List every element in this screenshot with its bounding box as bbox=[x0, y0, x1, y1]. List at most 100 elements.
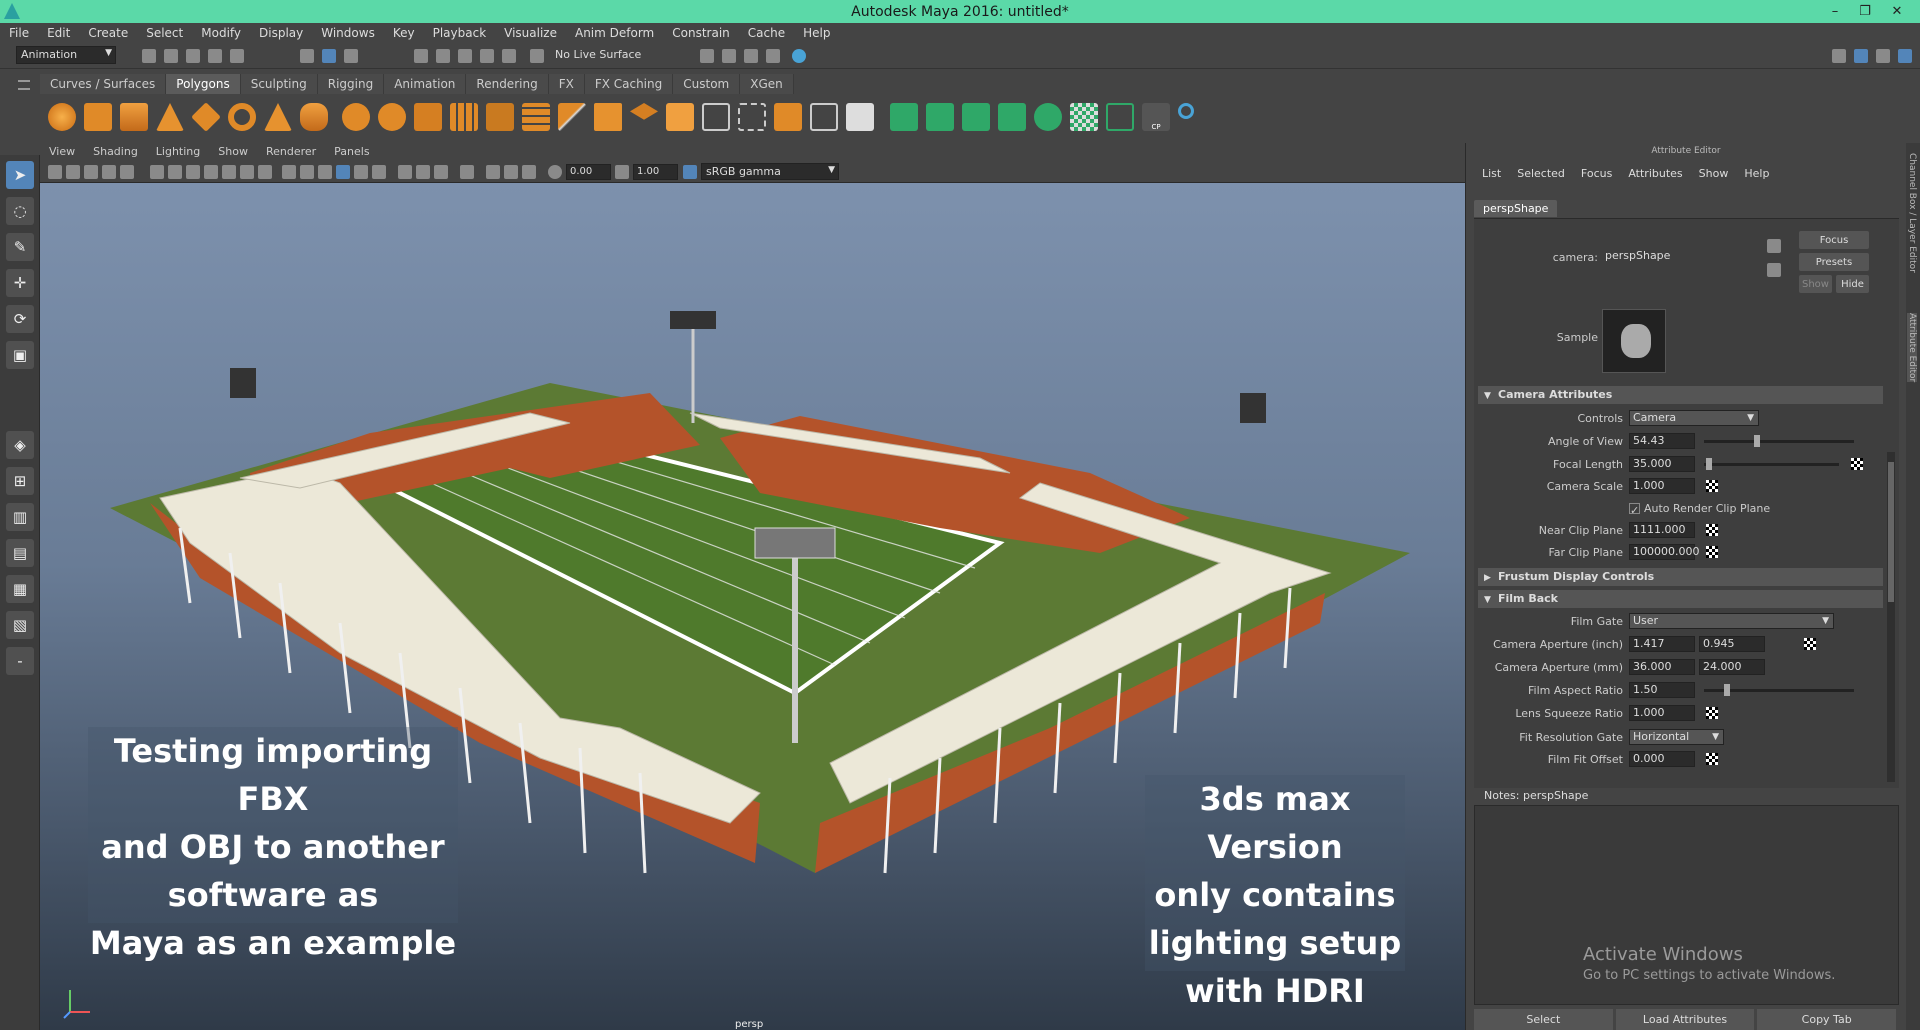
output-connection-icon[interactable] bbox=[1767, 263, 1781, 277]
xray-joints-icon[interactable] bbox=[522, 165, 536, 179]
undo-icon[interactable] bbox=[208, 49, 222, 63]
wireframe-icon[interactable] bbox=[282, 165, 296, 179]
multi-cut-icon[interactable] bbox=[558, 103, 586, 131]
hypershade-icon[interactable] bbox=[792, 49, 806, 63]
slider-knob[interactable] bbox=[1754, 435, 1760, 447]
restore-button[interactable]: ❐ bbox=[1850, 0, 1880, 23]
image-plane-icon[interactable] bbox=[102, 165, 116, 179]
gamma-icon[interactable] bbox=[615, 165, 629, 179]
uv-cylindrical-icon[interactable] bbox=[926, 103, 954, 131]
poly-cylinder-icon[interactable] bbox=[120, 103, 148, 131]
aperture-inch-width-field[interactable]: 1.417 bbox=[1629, 636, 1695, 652]
angle-of-view-field[interactable]: 54.43 bbox=[1629, 433, 1695, 449]
minimize-button[interactable]: – bbox=[1820, 0, 1850, 23]
uv-automatic-icon[interactable] bbox=[998, 103, 1026, 131]
two-d-pan-icon[interactable] bbox=[120, 165, 134, 179]
menu-display[interactable]: Display bbox=[250, 26, 312, 40]
safe-title-icon[interactable] bbox=[258, 165, 272, 179]
snap-curve-icon[interactable] bbox=[436, 49, 450, 63]
near-clip-field[interactable]: 1111.000 bbox=[1629, 522, 1695, 538]
map-texture-icon[interactable] bbox=[1706, 524, 1718, 536]
shadows-icon[interactable] bbox=[372, 165, 386, 179]
rotate-tool-icon[interactable]: ⟳ bbox=[6, 305, 34, 333]
lens-squeeze-field[interactable]: 1.000 bbox=[1629, 705, 1695, 721]
map-texture-icon[interactable] bbox=[1706, 753, 1718, 765]
poly-torus-icon[interactable] bbox=[228, 103, 256, 131]
exposure-field[interactable]: 0.00 bbox=[566, 164, 611, 180]
menu-create[interactable]: Create bbox=[79, 26, 137, 40]
persp-graph-layout-icon[interactable]: ▤ bbox=[6, 539, 34, 567]
select-hierarchy-icon[interactable] bbox=[300, 49, 314, 63]
far-clip-field[interactable]: 100000.000 bbox=[1629, 544, 1699, 560]
poly-pipe-icon[interactable] bbox=[300, 103, 328, 131]
tab-fx[interactable]: FX bbox=[548, 74, 585, 94]
scale-tool-icon[interactable]: ▣ bbox=[6, 341, 34, 369]
redo-icon[interactable] bbox=[230, 49, 244, 63]
open-scene-icon[interactable] bbox=[164, 49, 178, 63]
poly-plane-icon[interactable] bbox=[191, 102, 221, 132]
menu-visualize[interactable]: Visualize bbox=[495, 26, 566, 40]
aperture-mm-height-field[interactable]: 24.000 bbox=[1699, 659, 1765, 675]
select-button[interactable]: Select bbox=[1474, 1009, 1613, 1030]
load-attributes-button[interactable]: Load Attributes bbox=[1615, 1009, 1755, 1030]
tab-polygons[interactable]: Polygons bbox=[166, 74, 241, 94]
xray-icon[interactable] bbox=[486, 165, 500, 179]
camera-name-field[interactable]: perspShape bbox=[1602, 249, 1752, 265]
camera-based-selection-icon[interactable]: CP bbox=[1142, 103, 1170, 131]
channel-box-toggle-icon[interactable] bbox=[1898, 49, 1912, 63]
menu-edit[interactable]: Edit bbox=[38, 26, 79, 40]
map-texture-icon[interactable] bbox=[1804, 638, 1816, 650]
side-tab-attribute-editor[interactable]: Attribute Editor bbox=[1907, 313, 1917, 383]
tab-persp-shape[interactable]: perspShape bbox=[1474, 200, 1558, 217]
panel-menu-lighting[interactable]: Lighting bbox=[147, 143, 209, 161]
extrude-icon[interactable] bbox=[594, 103, 622, 131]
save-scene-icon[interactable] bbox=[186, 49, 200, 63]
tab-custom[interactable]: Custom bbox=[673, 74, 741, 94]
attribute-editor-toggle-icon[interactable] bbox=[1876, 49, 1890, 63]
safe-action-icon[interactable] bbox=[240, 165, 254, 179]
snap-view-icon[interactable] bbox=[480, 49, 494, 63]
poly-sphere-icon[interactable] bbox=[48, 103, 76, 131]
render-view-icon[interactable] bbox=[700, 49, 714, 63]
poly-cone-icon[interactable] bbox=[156, 103, 184, 131]
menu-constrain[interactable]: Constrain bbox=[663, 26, 739, 40]
insert-edge-loop-icon[interactable] bbox=[738, 103, 766, 131]
auto-render-clip-checkbox[interactable]: ✓ Auto Render Clip Plane bbox=[1629, 502, 1770, 517]
xray-active-icon[interactable] bbox=[504, 165, 518, 179]
render-frame-icon[interactable] bbox=[722, 49, 736, 63]
film-aspect-slider[interactable] bbox=[1704, 684, 1854, 696]
separate-icon[interactable] bbox=[378, 103, 406, 131]
poly-cube-icon[interactable] bbox=[84, 103, 112, 131]
hypershade-layout-icon[interactable]: ▦ bbox=[6, 575, 34, 603]
tab-curves-surfaces[interactable]: Curves / Surfaces bbox=[40, 74, 167, 94]
angle-of-view-slider[interactable] bbox=[1704, 435, 1854, 447]
ae-menu-selected[interactable]: Selected bbox=[1509, 167, 1573, 180]
map-texture-icon[interactable] bbox=[1851, 458, 1863, 470]
snap-surface-icon[interactable] bbox=[502, 49, 516, 63]
menu-cache[interactable]: Cache bbox=[739, 26, 794, 40]
snap-point-icon[interactable] bbox=[458, 49, 472, 63]
snap-grid-icon[interactable] bbox=[414, 49, 428, 63]
film-gate-dropdown[interactable]: User ▼ bbox=[1629, 613, 1834, 629]
controls-dropdown[interactable]: Camera ▼ bbox=[1629, 410, 1759, 426]
panel-menu-panels[interactable]: Panels bbox=[325, 143, 378, 161]
color-management-icon[interactable] bbox=[683, 165, 697, 179]
uv-layout-icon[interactable]: ▧ bbox=[6, 611, 34, 639]
grid-icon[interactable] bbox=[150, 165, 164, 179]
resolution-gate-icon[interactable] bbox=[186, 165, 200, 179]
tab-xgen[interactable]: XGen bbox=[740, 74, 794, 94]
shelf-extra-icon[interactable] bbox=[1178, 103, 1194, 119]
poly-prism-icon[interactable] bbox=[264, 103, 292, 131]
panel-menu-view[interactable]: View bbox=[40, 143, 84, 161]
presets-button[interactable]: Presets bbox=[1799, 253, 1869, 271]
append-to-polygon-icon[interactable] bbox=[702, 103, 730, 131]
show-button[interactable]: Show bbox=[1799, 275, 1832, 293]
camera-select-icon[interactable] bbox=[48, 165, 62, 179]
gate-mask-icon[interactable] bbox=[204, 165, 218, 179]
wireframe-on-shaded-icon[interactable] bbox=[318, 165, 332, 179]
menu-help[interactable]: Help bbox=[794, 26, 839, 40]
focal-length-slider[interactable] bbox=[1704, 458, 1839, 470]
tab-rendering[interactable]: Rendering bbox=[466, 74, 549, 94]
isolate-select-icon[interactable] bbox=[460, 165, 474, 179]
select-object-icon[interactable] bbox=[322, 49, 336, 63]
